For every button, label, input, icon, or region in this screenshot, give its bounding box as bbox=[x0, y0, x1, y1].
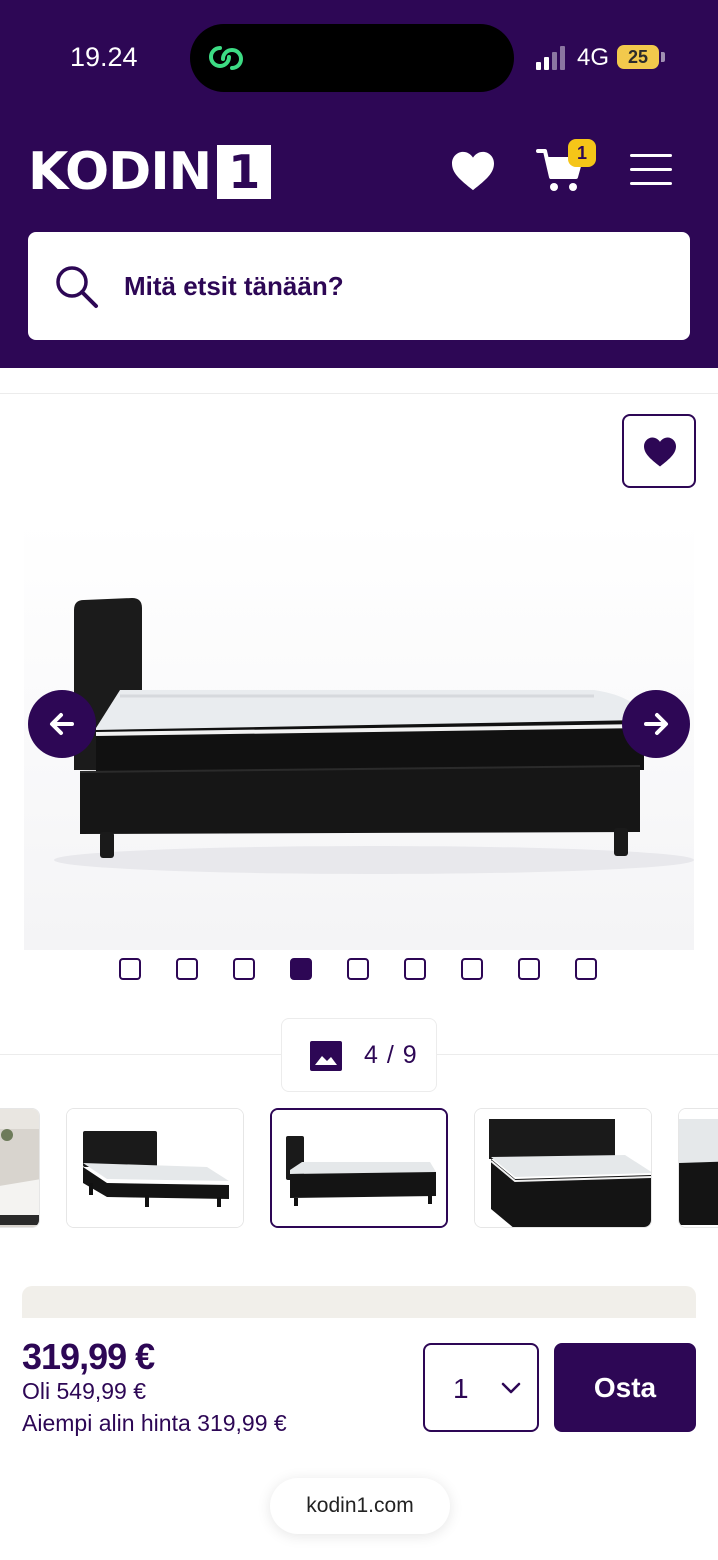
gallery-dot-5[interactable] bbox=[347, 958, 369, 980]
image-counter-text: 4 / 9 bbox=[364, 1041, 418, 1069]
thumbnail-4[interactable] bbox=[474, 1108, 652, 1228]
site-logo[interactable]: KODIN 1 bbox=[28, 142, 272, 202]
image-icon bbox=[310, 1041, 342, 1071]
gallery-dot-3[interactable] bbox=[233, 958, 255, 980]
quantity-select[interactable]: 1 bbox=[423, 1343, 539, 1432]
thumbnail-3[interactable] bbox=[270, 1108, 448, 1228]
thumbnail-2[interactable] bbox=[66, 1108, 244, 1228]
current-price: 319,99 € bbox=[22, 1336, 155, 1377]
previous-price: Oli 549,99 € bbox=[22, 1378, 147, 1404]
signal-icon bbox=[536, 46, 565, 70]
next-image-button[interactable] bbox=[622, 690, 690, 758]
header-divider bbox=[0, 393, 718, 394]
gallery-dot-8[interactable] bbox=[518, 958, 540, 980]
buy-button[interactable]: Osta bbox=[554, 1343, 696, 1432]
add-to-favorites-button[interactable] bbox=[622, 414, 696, 488]
live-activity-icon bbox=[209, 46, 243, 70]
thumbnail-1[interactable] bbox=[0, 1108, 40, 1228]
gallery-pagination bbox=[119, 958, 597, 982]
search-input[interactable] bbox=[124, 266, 644, 306]
arrow-left-icon bbox=[50, 713, 74, 735]
gallery-dot-1[interactable] bbox=[119, 958, 141, 980]
image-counter[interactable]: 4 / 9 bbox=[281, 1018, 437, 1092]
browser-url-bar[interactable]: kodin1.com bbox=[270, 1478, 450, 1534]
previous-image-button[interactable] bbox=[28, 690, 96, 758]
favorite-heart-icon bbox=[644, 437, 676, 467]
cart-count-badge: 1 bbox=[568, 139, 596, 167]
gallery-dot-4[interactable] bbox=[290, 958, 312, 980]
chevron-down-icon bbox=[501, 1382, 521, 1394]
logo-number: 1 bbox=[217, 145, 272, 199]
gallery-dot-6[interactable] bbox=[404, 958, 426, 980]
search-icon bbox=[56, 266, 98, 308]
battery-tip bbox=[661, 52, 665, 62]
lowest-price-note: Aiempi alin hinta 319,99 € bbox=[22, 1410, 287, 1436]
arrow-right-icon bbox=[644, 713, 668, 735]
gallery-dot-7[interactable] bbox=[461, 958, 483, 980]
dynamic-island bbox=[190, 24, 514, 92]
network-type: 4G bbox=[577, 44, 610, 71]
quantity-value: 1 bbox=[453, 1373, 469, 1404]
gallery-dot-9[interactable] bbox=[575, 958, 597, 980]
status-time: 19.24 bbox=[70, 42, 138, 72]
product-main-image[interactable] bbox=[24, 520, 694, 950]
menu-icon[interactable] bbox=[630, 154, 672, 188]
heart-icon[interactable] bbox=[450, 150, 496, 192]
logo-text: KODIN bbox=[28, 142, 212, 202]
thumbnail-strip bbox=[0, 1108, 718, 1230]
gallery-dot-2[interactable] bbox=[176, 958, 198, 980]
thumbnail-5[interactable] bbox=[678, 1108, 718, 1228]
battery-icon: 25 bbox=[617, 45, 659, 69]
